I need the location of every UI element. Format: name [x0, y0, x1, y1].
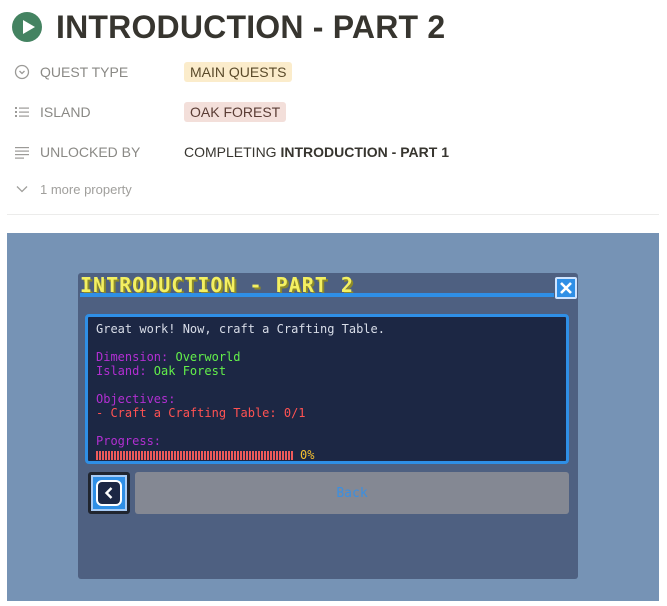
island-value: Oak Forest: [153, 364, 227, 378]
back-button[interactable]: Back: [135, 472, 569, 514]
game-screenshot: INTRODUCTION - PART 2 Great work! Now, c…: [7, 233, 659, 601]
quest-message: Great work! Now, craft a Crafting Table.: [96, 322, 385, 336]
quest-description: Great work! Now, craft a Crafting Table.…: [85, 314, 569, 464]
property-label: ISLAND: [40, 104, 91, 120]
back-arrow-button[interactable]: [88, 472, 130, 514]
unlocked-by-prefix: COMPLETING: [184, 144, 281, 160]
property-label: UNLOCKED BY: [40, 144, 141, 160]
divider: [7, 214, 659, 215]
island-line: Island: Oak Forest: [96, 364, 558, 378]
back-arrow-icon: [96, 480, 122, 506]
island-tag[interactable]: OAK FOREST: [184, 102, 287, 122]
chevron-down-icon: [14, 181, 30, 197]
unlocked-by-value[interactable]: COMPLETING INTRODUCTION - PART 1: [184, 144, 449, 160]
objective-item: - Craft a Crafting Table: 0/1: [96, 406, 306, 420]
dimension-line: Dimension: Overworld: [96, 350, 558, 364]
property-island[interactable]: ISLAND OAK FOREST: [12, 100, 652, 124]
list-icon: [12, 102, 32, 122]
circle-chevron-icon: [12, 62, 32, 82]
island-label: Island:: [96, 364, 154, 378]
progress-row: 0%: [96, 448, 558, 462]
text-lines-icon: [12, 142, 32, 162]
progress-label: Progress:: [96, 434, 162, 448]
progress-percent: 0%: [300, 448, 315, 462]
close-button[interactable]: [555, 277, 577, 299]
page-title[interactable]: INTRODUCTION - PART 2: [56, 9, 445, 46]
page-header: INTRODUCTION - PART 2: [12, 6, 445, 48]
quest-type-tag[interactable]: MAIN QUESTS: [184, 62, 293, 82]
unlocked-by-quest: INTRODUCTION - PART 1: [280, 144, 449, 160]
property-unlocked-by[interactable]: UNLOCKED BY COMPLETING INTRODUCTION - PA…: [12, 140, 652, 164]
dimension-value: Overworld: [175, 350, 241, 364]
more-properties-toggle[interactable]: 1 more property: [14, 181, 132, 197]
more-properties-label: 1 more property: [40, 181, 132, 197]
objectives-label: Objectives:: [96, 392, 176, 406]
dimension-label: Dimension:: [96, 350, 176, 364]
title-underline: [80, 293, 554, 297]
play-circle-icon[interactable]: [12, 12, 42, 42]
close-icon: [560, 282, 572, 294]
progress-bar: [96, 450, 294, 460]
property-quest-type[interactable]: QUEST TYPE MAIN QUESTS: [12, 60, 652, 84]
property-label: QUEST TYPE: [40, 64, 129, 80]
